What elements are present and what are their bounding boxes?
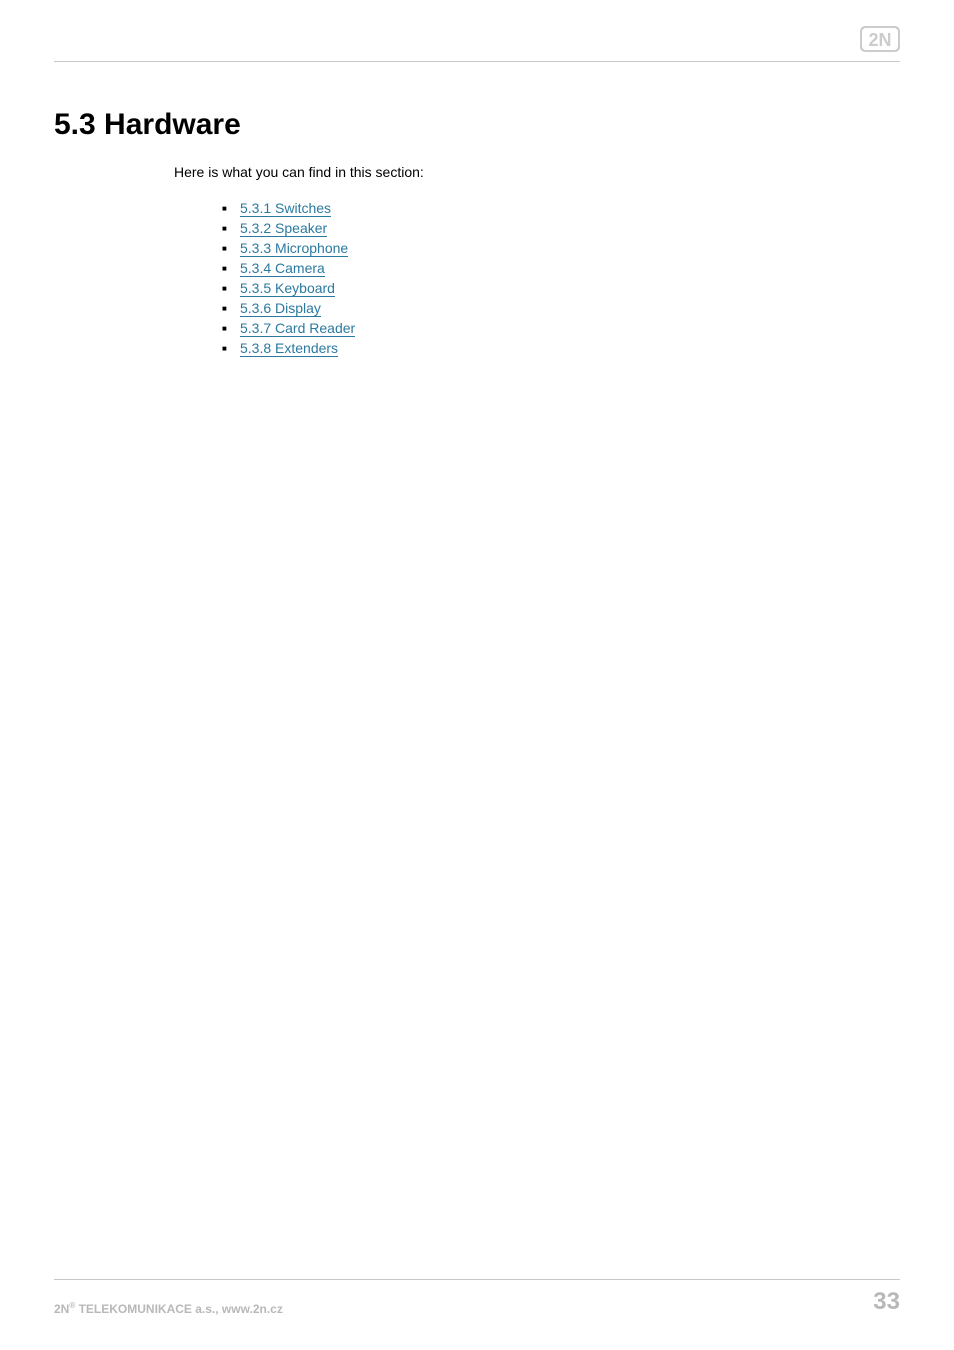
toc-link-microphone[interactable]: 5.3.3 Microphone [240,240,348,257]
page-number: 33 [873,1288,900,1316]
list-item: 5.3.3 Microphone [222,238,900,258]
list-item: 5.3.2 Speaker [222,218,900,238]
page-container: 2N 5.3 Hardware Here is what you can fin… [0,0,954,1350]
list-item: 5.3.6 Display [222,298,900,318]
svg-text:2N: 2N [868,30,891,50]
footer-company-text: 2N® TELEKOMUNIKACE a.s., www.2n.cz [54,1301,283,1316]
list-item: 5.3.7 Card Reader [222,318,900,338]
list-item: 5.3.8 Extenders [222,338,900,358]
logo-2n-icon: 2N [860,26,900,52]
header-bar: 2N [54,24,900,62]
toc-link-display[interactable]: 5.3.6 Display [240,300,321,317]
toc-list: 5.3.1 Switches 5.3.2 Speaker 5.3.3 Micro… [222,198,900,358]
list-item: 5.3.1 Switches [222,198,900,218]
intro-text: Here is what you can find in this sectio… [174,164,900,180]
toc-link-card-reader[interactable]: 5.3.7 Card Reader [240,320,355,337]
toc-link-camera[interactable]: 5.3.4 Camera [240,260,325,277]
toc-link-extenders[interactable]: 5.3.8 Extenders [240,340,338,357]
toc-link-switches[interactable]: 5.3.1 Switches [240,200,331,217]
toc-link-keyboard[interactable]: 5.3.5 Keyboard [240,280,335,297]
list-item: 5.3.5 Keyboard [222,278,900,298]
footer: 2N® TELEKOMUNIKACE a.s., www.2n.cz 33 [54,1279,900,1316]
list-item: 5.3.4 Camera [222,258,900,278]
toc-link-speaker[interactable]: 5.3.2 Speaker [240,220,327,237]
page-title: 5.3 Hardware [54,108,900,142]
